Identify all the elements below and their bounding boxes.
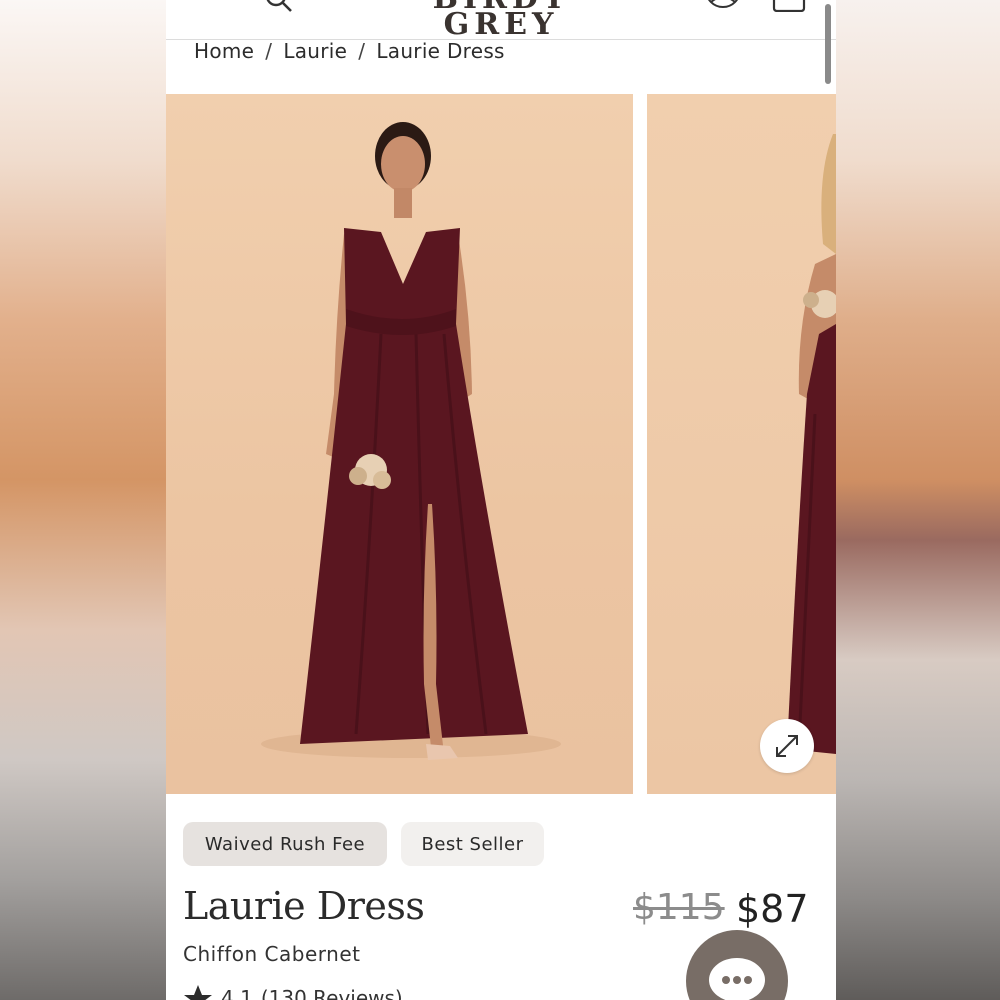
breadcrumb-separator: / (358, 39, 366, 63)
menu-icon[interactable] (194, 0, 230, 6)
breadcrumb-laurie[interactable]: Laurie (283, 39, 347, 63)
product-rating[interactable]: 4.1 (130 Reviews) (183, 984, 403, 1000)
chat-icon (709, 958, 765, 1000)
bag-icon[interactable] (772, 0, 806, 12)
chat-button[interactable] (686, 930, 788, 1000)
sale-price: $87 (736, 887, 809, 931)
star-icon (184, 985, 212, 1000)
model-illustration-side (787, 134, 836, 754)
rating-value: 4.1 (221, 986, 253, 1000)
expand-image-button[interactable] (760, 719, 814, 773)
product-image-side[interactable] (647, 94, 836, 794)
background-right (834, 0, 1000, 1000)
badge-best-seller: Best Seller (401, 822, 544, 866)
expand-icon (776, 735, 798, 757)
model-illustration (261, 122, 561, 760)
top-navigation-bar: BIRDY GREY (166, 0, 836, 84)
breadcrumb: Home / Laurie / Laurie Dress (194, 38, 505, 64)
scrollbar[interactable] (825, 4, 831, 84)
badge-waived-rush-fee: Waived Rush Fee (183, 822, 387, 866)
breadcrumb-home[interactable]: Home (194, 39, 254, 63)
product-variant: Chiffon Cabernet (183, 942, 361, 966)
search-icon[interactable] (264, 0, 292, 14)
brand-logo[interactable]: BIRDY GREY (376, 0, 626, 40)
account-icon[interactable] (704, 0, 742, 14)
mobile-page: BIRDY GREY Home / Laurie / Laurie Dress (166, 0, 836, 1000)
original-price: $115 (633, 887, 725, 928)
background-left (0, 0, 166, 1000)
review-count[interactable]: (130 Reviews) (261, 986, 403, 1000)
breadcrumb-separator: / (265, 39, 273, 63)
product-title: Laurie Dress (183, 884, 425, 928)
breadcrumb-current: Laurie Dress (376, 39, 505, 63)
product-image-front[interactable] (166, 94, 633, 794)
